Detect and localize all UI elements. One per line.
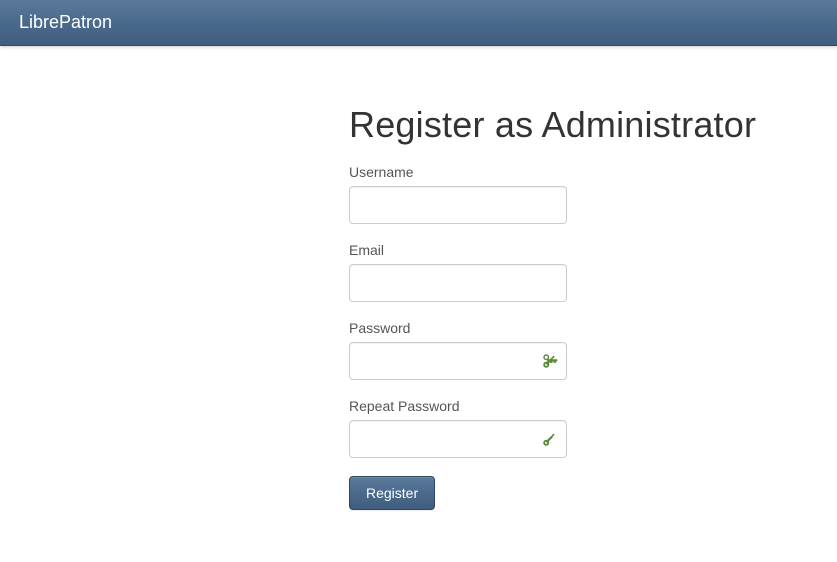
form-group-email: Email — [349, 242, 837, 302]
form-group-repeat-password: Repeat Password — [349, 398, 837, 458]
navbar: LibrePatron — [0, 0, 837, 46]
form-group-username: Username — [349, 164, 837, 224]
main-content: Register as Administrator Username Email… — [349, 104, 837, 510]
username-label: Username — [349, 164, 837, 180]
repeat-password-input[interactable] — [349, 420, 567, 458]
password-label: Password — [349, 320, 837, 336]
password-input[interactable] — [349, 342, 567, 380]
username-input[interactable] — [349, 186, 567, 224]
navbar-brand[interactable]: LibrePatron — [15, 12, 116, 33]
email-label: Email — [349, 242, 837, 258]
page-title: Register as Administrator — [349, 104, 837, 146]
register-button[interactable]: Register — [349, 476, 435, 510]
repeat-password-label: Repeat Password — [349, 398, 837, 414]
email-input[interactable] — [349, 264, 567, 302]
form-group-password: Password — [349, 320, 837, 380]
register-form: Username Email Password — [349, 164, 837, 510]
